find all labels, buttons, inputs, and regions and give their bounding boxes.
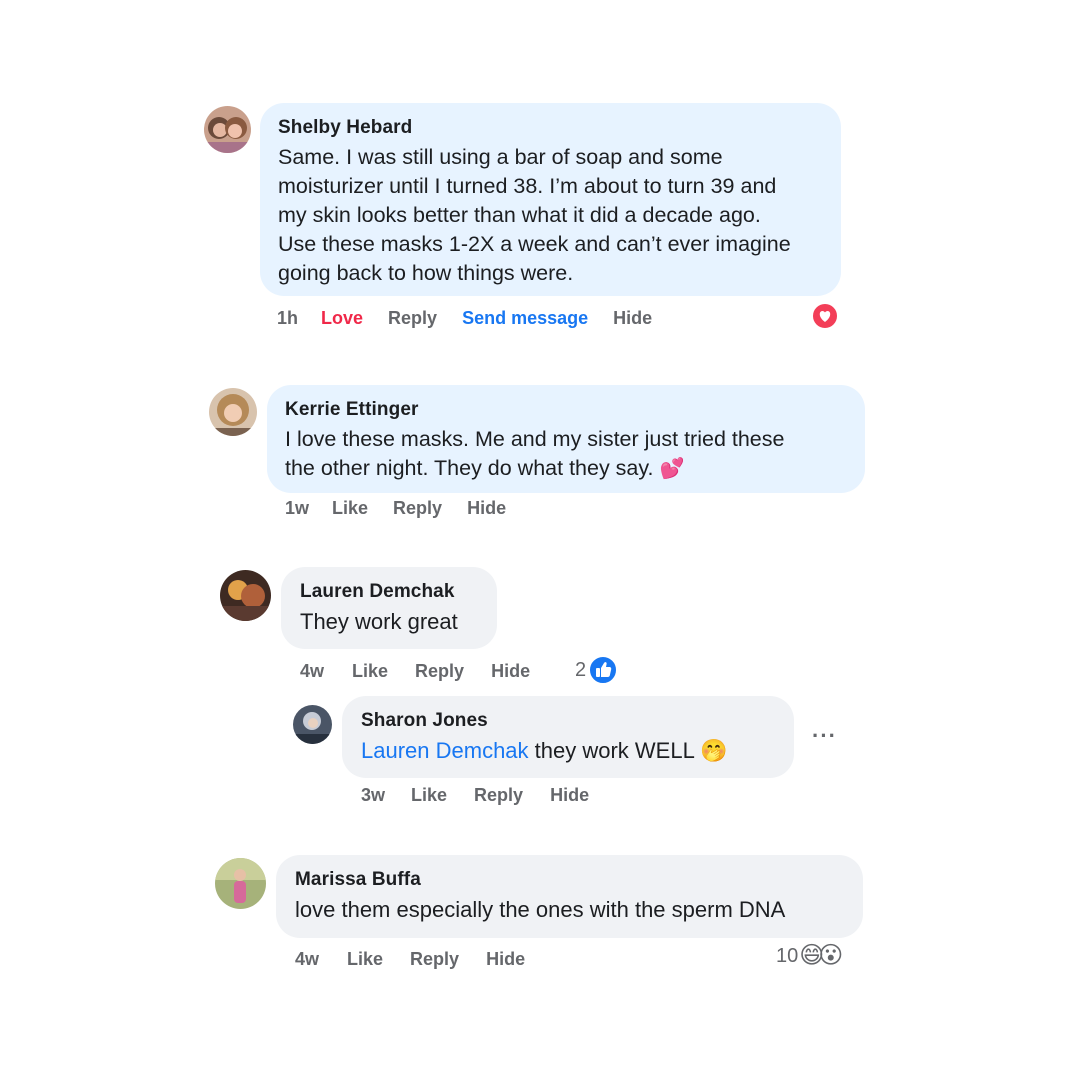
hide-button[interactable]: Hide: [613, 308, 652, 329]
comment-timestamp[interactable]: 4w: [295, 949, 319, 970]
avatar-photo: [220, 570, 271, 621]
comment-actions: 4w Like Reply Hide: [295, 947, 550, 971]
reply-button[interactable]: Reply: [474, 785, 523, 806]
heart-reaction-icon[interactable]: [811, 302, 839, 330]
comment-actions: 4w Like Reply Hide: [300, 659, 555, 683]
comment-timestamp[interactable]: 3w: [361, 785, 385, 806]
comment-author[interactable]: Kerrie Ettinger: [285, 398, 847, 422]
like-button[interactable]: Like: [332, 498, 368, 519]
reply-button[interactable]: Reply: [410, 949, 459, 970]
send-message-button[interactable]: Send message: [462, 308, 588, 329]
like-button[interactable]: Like: [352, 661, 388, 682]
avatar-photo: [204, 106, 251, 153]
avatar-sharon-jones[interactable]: [293, 705, 332, 744]
like-button[interactable]: Like: [411, 785, 447, 806]
like-reaction-icon: [588, 655, 619, 685]
reaction-count: 2: [575, 658, 587, 681]
wow-reaction-icon: 😮: [818, 942, 844, 969]
comment-text: love them especially the ones with the s…: [295, 897, 786, 922]
hide-button[interactable]: Hide: [491, 661, 530, 682]
comment-text: They work great: [300, 609, 458, 634]
reply-bubble: Sharon Jones Lauren Demchak they work WE…: [342, 696, 794, 778]
comment-bubble: Kerrie Ettinger I love these masks. Me a…: [267, 385, 865, 493]
hide-button[interactable]: Hide: [467, 498, 506, 519]
comment-author[interactable]: Marissa Buffa: [295, 868, 844, 892]
comment-timestamp[interactable]: 4w: [300, 661, 324, 682]
avatar-photo: [293, 705, 332, 744]
hand-over-mouth-emoji: 🤭: [700, 738, 728, 763]
hide-button[interactable]: Hide: [550, 785, 589, 806]
like-button[interactable]: Like: [347, 949, 383, 970]
mention-link[interactable]: Lauren Demchak: [361, 738, 529, 763]
avatar-marissa-buffa[interactable]: [215, 858, 266, 909]
comment-actions: 3w Like Reply Hide: [361, 783, 614, 807]
comment-bubble: Marissa Buffa love them especially the o…: [276, 855, 863, 938]
comment-bubble: Shelby Hebard Same. I was still using a …: [260, 103, 841, 296]
comment-text: Lauren Demchak they work WELL 🤭: [361, 738, 728, 763]
comment-timestamp[interactable]: 1h: [277, 308, 298, 329]
hide-button[interactable]: Hide: [486, 949, 525, 970]
avatar-lauren-demchak[interactable]: [220, 570, 271, 621]
comment-timestamp[interactable]: 1w: [285, 498, 309, 519]
avatar-photo: [209, 388, 257, 436]
comment-author[interactable]: Lauren Demchak: [300, 580, 478, 604]
reaction-summary[interactable]: 10 😄 😮: [776, 944, 843, 968]
reply-button[interactable]: Reply: [415, 661, 464, 682]
avatar-photo: [215, 858, 266, 909]
comment-actions: 1w Like Reply Hide: [285, 496, 531, 520]
avatar-kerrie-ettinger[interactable]: [209, 388, 257, 436]
reaction-count: 10: [776, 944, 799, 967]
avatar-shelby-hebard[interactable]: [204, 106, 251, 153]
reaction-summary[interactable]: 2: [575, 655, 619, 685]
comment-text: I love these masks. Me and my sister jus…: [285, 427, 785, 480]
comment-author[interactable]: Shelby Hebard: [278, 116, 823, 140]
reply-button[interactable]: Reply: [388, 308, 437, 329]
comment-text: Same. I was still using a bar of soap an…: [278, 145, 791, 285]
love-button[interactable]: Love: [321, 308, 363, 329]
comment-author[interactable]: Sharon Jones: [361, 709, 775, 733]
comment-actions: 1h Love Reply Send message Hide: [277, 306, 677, 330]
more-options-button[interactable]: ···: [812, 723, 837, 749]
two-hearts-emoji: 💕: [659, 458, 685, 480]
comment-bubble: Lauren Demchak They work great: [281, 567, 497, 649]
reply-button[interactable]: Reply: [393, 498, 442, 519]
